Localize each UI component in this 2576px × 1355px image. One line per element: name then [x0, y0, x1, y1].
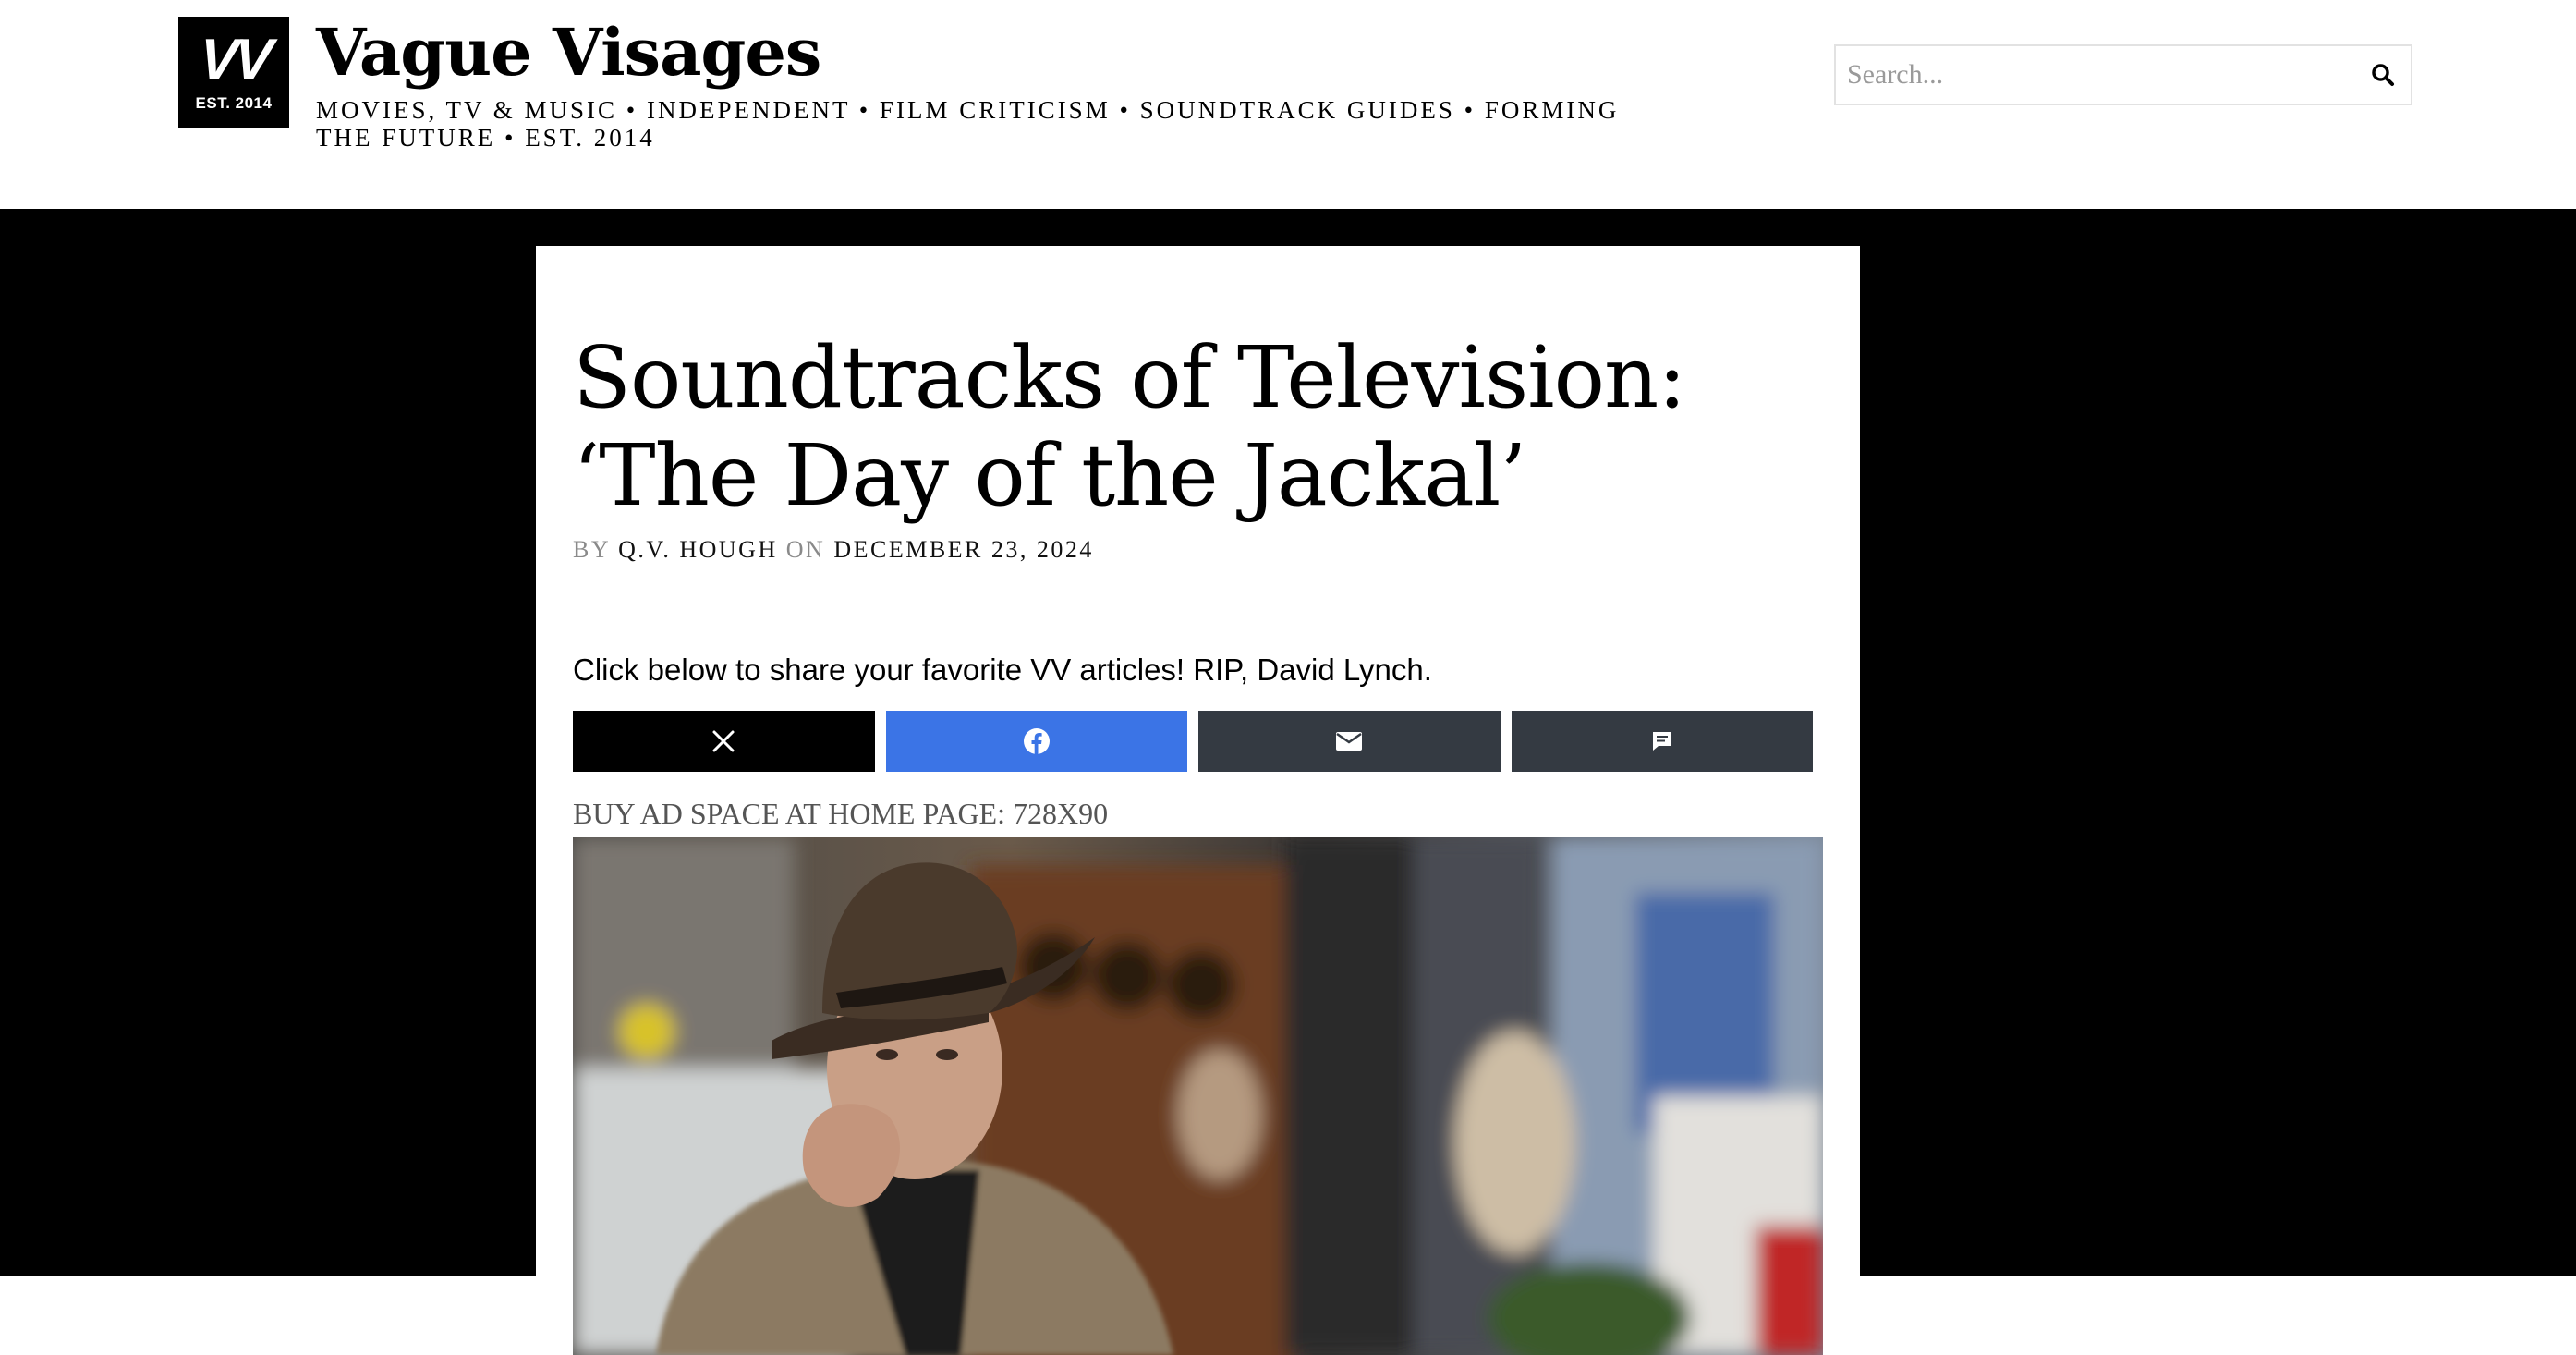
- share-facebook-button[interactable]: [885, 711, 1187, 772]
- main-content-band: Soundtracks of Television: ‘The Day of t…: [0, 209, 2576, 1355]
- hero-photo-illustration: [573, 837, 1823, 1355]
- ad-space-label[interactable]: BUY AD SPACE AT HOME PAGE: 728X90: [573, 797, 1108, 831]
- share-x-button[interactable]: [573, 711, 875, 772]
- byline: BY Q.V. HOUGH ON DECEMBER 23, 2024: [573, 536, 1094, 564]
- byline-by: BY: [573, 536, 611, 563]
- share-prompt: Click below to share your favorite VV ar…: [573, 653, 1432, 687]
- comment-icon: [1652, 732, 1671, 751]
- site-header: VV EST. 2014 Vague Visages MOVIES, TV & …: [0, 0, 2576, 209]
- share-email-button[interactable]: [1198, 711, 1501, 772]
- site-logo[interactable]: VV EST. 2014: [178, 17, 289, 128]
- share-buttons: [573, 711, 1813, 772]
- share-comment-button[interactable]: [1511, 711, 1813, 772]
- search-box: [1834, 44, 2412, 105]
- byline-date: DECEMBER 23, 2024: [833, 536, 1094, 563]
- site-tagline: MOVIES, TV & MUSIC • INDEPENDENT • FILM …: [316, 96, 1620, 152]
- byline-on: ON: [785, 536, 826, 563]
- logo-est: EST. 2014: [195, 94, 273, 112]
- site-title[interactable]: Vague Visages: [316, 11, 821, 94]
- email-icon: [1336, 732, 1363, 751]
- logo-mark: VV: [197, 28, 271, 92]
- search-button[interactable]: [2355, 46, 2411, 104]
- search-icon: [2372, 64, 2394, 86]
- x-icon: [712, 730, 735, 752]
- hero-image: [573, 837, 1823, 1355]
- facebook-icon: [1023, 728, 1050, 754]
- search-input[interactable]: [1836, 46, 2355, 104]
- article-card: Soundtracks of Television: ‘The Day of t…: [536, 246, 1860, 1355]
- article-title: Soundtracks of Television: ‘The Day of t…: [573, 328, 1686, 525]
- byline-author[interactable]: Q.V. HOUGH: [618, 536, 778, 563]
